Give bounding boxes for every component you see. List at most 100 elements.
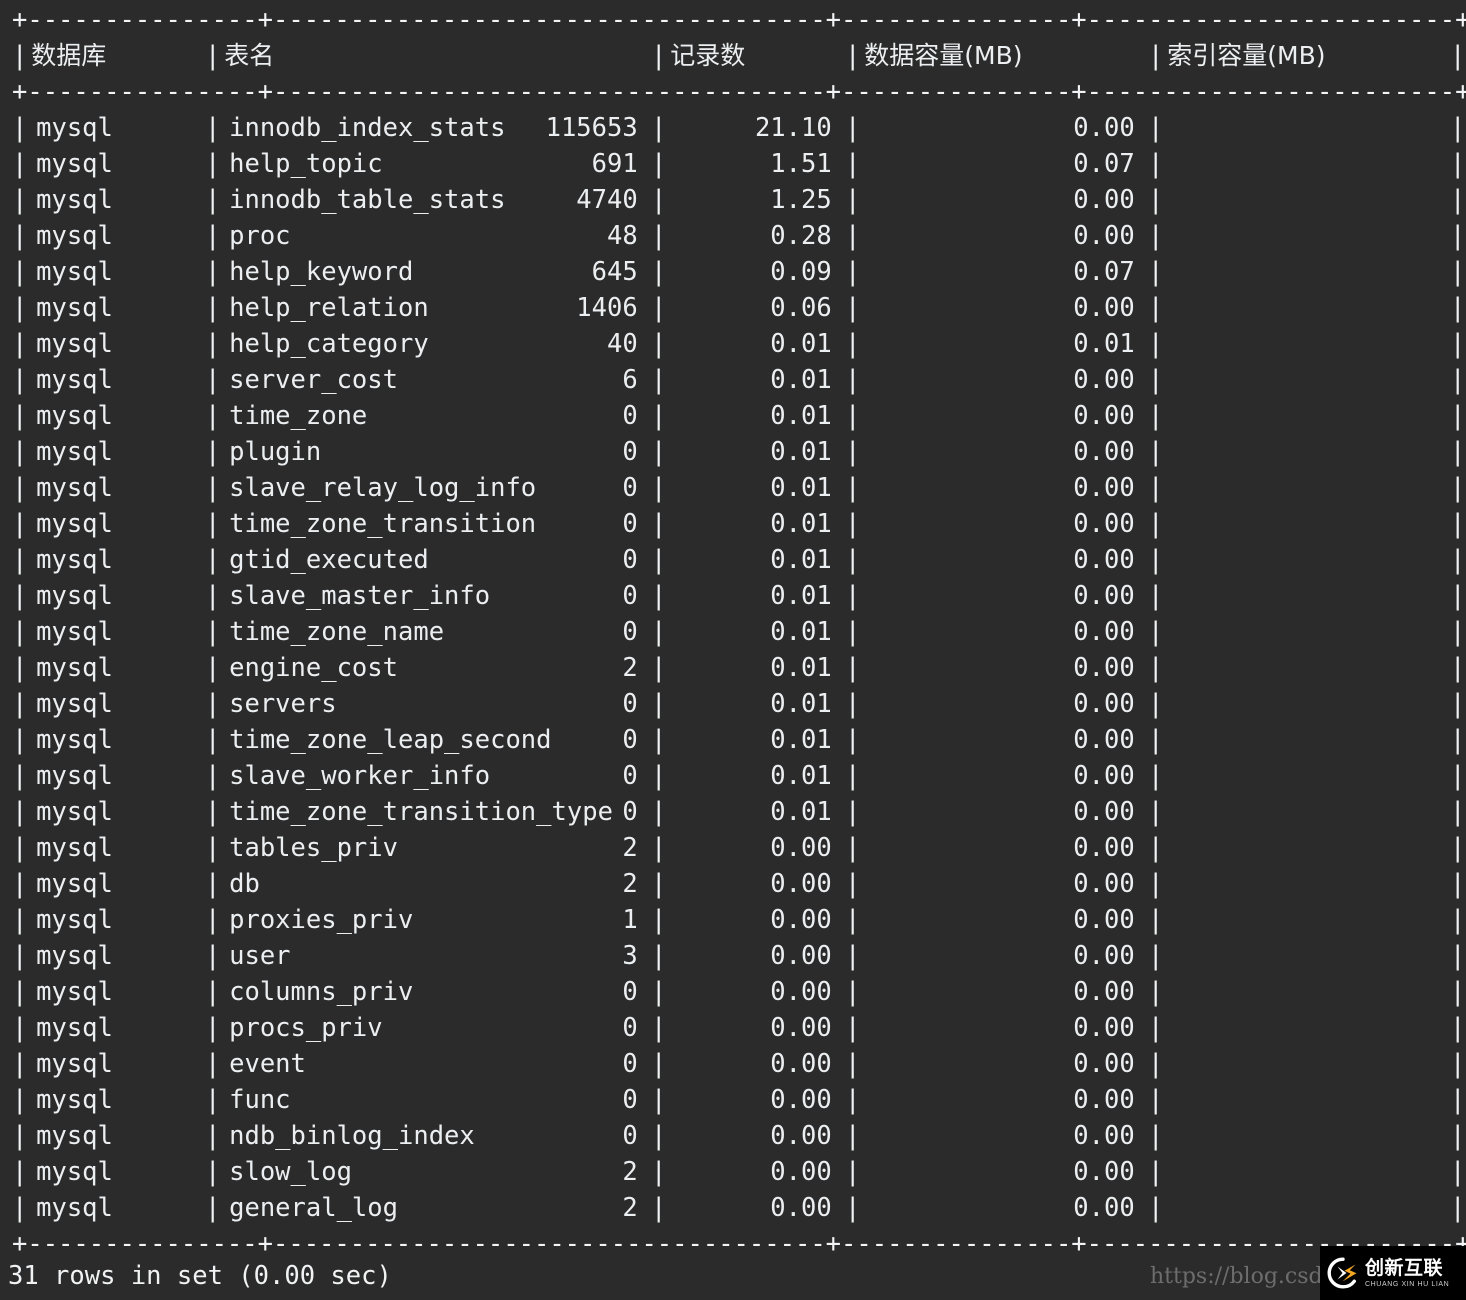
cell-index-size: 0.07 [845,146,1135,182]
cell-database: mysql [36,362,113,398]
column-separator: | [1148,1010,1163,1046]
cell-data-size: 0.00 [651,1010,832,1046]
cell-row-count: 1 [205,902,638,938]
cell-database: mysql [36,290,113,326]
cell-data-size: 0.28 [651,218,832,254]
column-separator: | [12,254,27,290]
column-separator: | [1450,1154,1465,1190]
table-row: ||||||mysqlengine_cost20.010.00 [0,650,1466,686]
table-row: ||||||mysqlinnodb_table_stats47401.250.0… [0,182,1466,218]
table-row: ||||||mysqltime_zone_transition_type00.0… [0,794,1466,830]
cell-index-size: 0.07 [845,254,1135,290]
cell-data-size: 0.01 [651,470,832,506]
column-separator: | [1148,866,1163,902]
terminal-output: +---------------+-----------------------… [0,0,1466,1300]
table-header-row: ||||||数据库表名记录数数据容量(MB)索引容量(MB) [0,38,1466,74]
result-footer: 31 rows in set (0.00 sec) [8,1258,392,1294]
cell-row-count: 115653 [205,110,638,146]
cell-data-size: 0.00 [651,1082,832,1118]
cell-data-size: 1.51 [651,146,832,182]
column-separator: | [1450,1118,1465,1154]
column-header-2: 记录数 [670,38,745,74]
cell-row-count: 0 [205,470,638,506]
column-separator: | [1450,146,1465,182]
column-separator: | [1450,938,1465,974]
column-separator: | [1148,506,1163,542]
column-separator: | [12,614,27,650]
column-separator: | [651,38,666,74]
column-separator: | [12,758,27,794]
cell-row-count: 0 [205,614,638,650]
cell-index-size: 0.00 [845,218,1135,254]
column-separator: | [1148,1190,1163,1226]
cell-index-size: 0.00 [845,578,1135,614]
table-row: ||||||mysqldb20.000.00 [0,866,1466,902]
table-row: ||||||mysqlproc480.280.00 [0,218,1466,254]
cell-data-size: 0.09 [651,254,832,290]
column-separator: | [12,434,27,470]
cell-index-size: 0.00 [845,902,1135,938]
column-separator: | [12,182,27,218]
column-separator: | [1148,146,1163,182]
column-separator: | [1148,1082,1163,1118]
watermark-url: https://blog.csdn [1150,1262,1320,1292]
column-separator: | [1148,974,1163,1010]
cell-row-count: 0 [205,1046,638,1082]
cell-index-size: 0.00 [845,938,1135,974]
cell-database: mysql [36,830,113,866]
column-separator: | [12,578,27,614]
column-separator: | [1450,1082,1465,1118]
column-separator: | [1450,506,1465,542]
column-separator: | [12,38,27,74]
cell-database: mysql [36,146,113,182]
cell-index-size: 0.00 [845,686,1135,722]
cell-row-count: 0 [205,1082,638,1118]
table-row: ||||||mysqltime_zone00.010.00 [0,398,1466,434]
cell-row-count: 48 [205,218,638,254]
cell-data-size: 0.00 [651,866,832,902]
cell-index-size: 0.00 [845,1118,1135,1154]
cell-data-size: 0.01 [651,794,832,830]
cell-row-count: 0 [205,1118,638,1154]
cell-data-size: 0.06 [651,290,832,326]
cell-index-size: 0.00 [845,974,1135,1010]
cell-database: mysql [36,614,113,650]
cell-index-size: 0.00 [845,470,1135,506]
logo-pinyin: CHUANG XIN HU LIAN [1365,1281,1449,1288]
cell-database: mysql [36,110,113,146]
column-separator: | [12,470,27,506]
cell-index-size: 0.00 [845,506,1135,542]
cell-index-size: 0.00 [845,1154,1135,1190]
cell-index-size: 0.00 [845,434,1135,470]
cell-row-count: 4740 [205,182,638,218]
column-separator: | [1148,902,1163,938]
column-separator: | [1148,110,1163,146]
column-separator: | [12,1154,27,1190]
column-separator: | [205,38,220,74]
cell-row-count: 0 [205,1010,638,1046]
cell-database: mysql [36,218,113,254]
column-separator: | [1148,578,1163,614]
table-row: ||||||mysqlhelp_topic6911.510.07 [0,146,1466,182]
column-separator: | [1450,398,1465,434]
cell-database: mysql [36,1118,113,1154]
cell-database: mysql [36,542,113,578]
cell-data-size: 21.10 [651,110,832,146]
cell-row-count: 645 [205,254,638,290]
table-row: ||||||mysqlproxies_priv10.000.00 [0,902,1466,938]
column-separator: | [1148,758,1163,794]
column-separator: | [1450,650,1465,686]
column-separator: | [1148,542,1163,578]
cell-database: mysql [36,722,113,758]
column-separator: | [1450,1010,1465,1046]
column-header-3: 数据容量(MB) [864,38,1022,74]
cell-database: mysql [36,434,113,470]
cell-index-size: 0.00 [845,542,1135,578]
cell-database: mysql [36,794,113,830]
cell-index-size: 0.00 [845,110,1135,146]
cell-data-size: 0.01 [651,758,832,794]
cell-database: mysql [36,974,113,1010]
cell-database: mysql [36,1082,113,1118]
cell-database: mysql [36,470,113,506]
column-separator: | [12,866,27,902]
